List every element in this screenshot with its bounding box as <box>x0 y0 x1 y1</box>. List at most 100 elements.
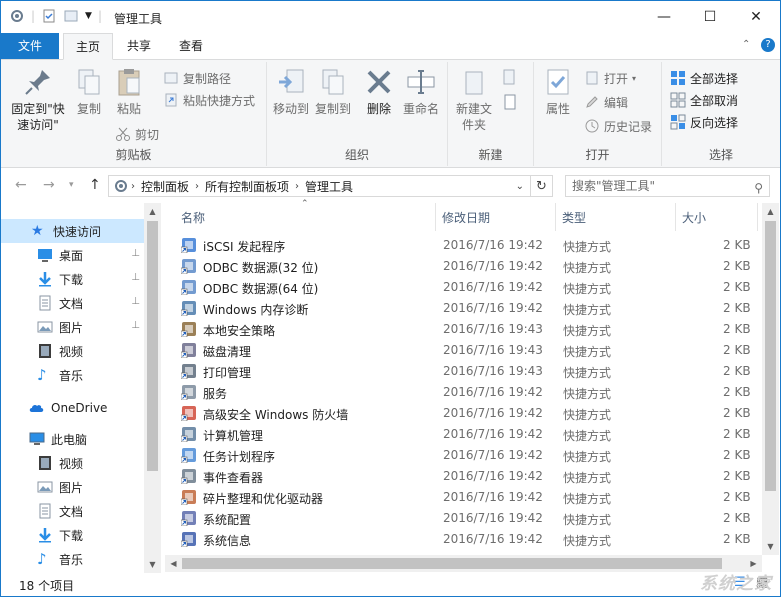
nav-pc-pictures[interactable]: 图片 <box>1 475 146 499</box>
file-row[interactable]: iSCSI 发起程序 2016/7/16 19:42 快捷方式 2 KB <box>179 235 762 256</box>
nav-pc-documents[interactable]: 文档 <box>1 499 146 523</box>
file-row[interactable]: 事件查看器 2016/7/16 19:42 快捷方式 2 KB <box>179 466 762 487</box>
column-divider[interactable] <box>435 203 436 231</box>
close-button[interactable]: ✕ <box>733 1 779 33</box>
nav-pc-videos[interactable]: 视频 <box>1 451 146 475</box>
file-row[interactable]: 磁盘清理 2016/7/16 19:43 快捷方式 2 KB <box>179 340 762 361</box>
forward-icon[interactable]: → <box>43 177 55 193</box>
cut-button[interactable]: 剪切 <box>115 124 159 144</box>
help-icon[interactable]: ? <box>761 38 775 52</box>
up-icon[interactable]: ↑ <box>89 177 101 193</box>
select-all-button[interactable]: 全部选择 <box>670 68 738 88</box>
address-dropdown-icon[interactable]: ⌄ <box>516 181 524 192</box>
collapse-ribbon-icon[interactable]: ⌃ <box>742 39 750 50</box>
nav-onedrive[interactable]: OneDrive <box>1 396 146 420</box>
paste-button[interactable]: 粘贴 <box>111 66 147 117</box>
breadcrumb-all-items[interactable]: 所有控制面板项 <box>201 178 293 195</box>
file-row[interactable]: 碎片整理和优化驱动器 2016/7/16 19:42 快捷方式 2 KB <box>179 487 762 508</box>
file-row[interactable]: 系统信息 2016/7/16 19:42 快捷方式 2 KB <box>179 529 762 550</box>
properties-button[interactable]: 属性 <box>540 66 576 117</box>
new-folder-button[interactable]: 新建文件夹 <box>454 66 494 133</box>
copy-button[interactable]: 复制 <box>71 66 107 117</box>
tab-home[interactable]: 主页 <box>63 33 114 60</box>
pin-icon[interactable]: ⊥ <box>131 296 140 307</box>
back-icon[interactable]: ← <box>15 177 27 193</box>
nav-pc-music[interactable]: ♪ 音乐 <box>1 547 146 571</box>
properties-icon[interactable] <box>41 8 57 24</box>
nav-desktop[interactable]: 桌面 ⊥ <box>1 243 146 267</box>
easy-access-icon[interactable] <box>500 92 520 112</box>
history-button[interactable]: 历史记录 <box>584 116 652 136</box>
minimize-button[interactable]: — <box>641 1 687 33</box>
column-name[interactable]: 名称 <box>181 209 205 226</box>
paste-shortcut-button[interactable]: 粘贴快捷方式 <box>163 90 255 110</box>
breadcrumb-admin-tools[interactable]: 管理工具 <box>301 178 357 195</box>
scroll-down-icon[interactable]: ▼ <box>762 538 779 555</box>
file-row[interactable]: 本地安全策略 2016/7/16 19:43 快捷方式 2 KB <box>179 319 762 340</box>
nav-downloads[interactable]: 下载 ⊥ <box>1 267 146 291</box>
open-button[interactable]: 打开 ▾ <box>584 68 636 88</box>
recent-locations-icon[interactable]: ▾ <box>69 180 74 190</box>
nav-videos[interactable]: 视频 <box>1 339 146 363</box>
breadcrumb-control-panel[interactable]: 控制面板 <box>137 178 193 195</box>
column-type[interactable]: 类型 <box>562 209 586 226</box>
invert-selection-button[interactable]: 反向选择 <box>670 112 738 132</box>
file-row[interactable]: ODBC 数据源(64 位) 2016/7/16 19:42 快捷方式 2 KB <box>179 277 762 298</box>
horizontal-scrollbar[interactable]: ◀ ▶ <box>165 555 762 572</box>
scroll-up-icon[interactable]: ▲ <box>144 203 161 220</box>
pin-icon[interactable]: ⊥ <box>131 272 140 283</box>
breadcrumb-separator[interactable]: › <box>293 181 301 192</box>
breadcrumb-separator[interactable]: › <box>193 181 201 192</box>
column-size[interactable]: 大小 <box>682 209 706 226</box>
customize-qat-icon[interactable]: ▼ <box>85 11 92 21</box>
nav-pc-downloads[interactable]: 下载 <box>1 523 146 547</box>
column-divider[interactable] <box>675 203 676 231</box>
address-bar[interactable]: › 控制面板 › 所有控制面板项 › 管理工具 ⌄ <box>108 175 531 197</box>
search-icon[interactable]: ⚲ <box>754 178 763 198</box>
pin-quick-access-button[interactable]: 固定到"快速访问" <box>7 66 69 133</box>
tab-share[interactable]: 共享 <box>115 33 163 59</box>
column-divider[interactable] <box>555 203 556 231</box>
copy-path-button[interactable]: 复制路径 <box>163 68 231 88</box>
delete-button[interactable]: 删除 <box>363 66 395 117</box>
select-none-button[interactable]: 全部取消 <box>670 90 738 110</box>
search-input[interactable]: 搜索"管理工具" ⚲ <box>565 175 770 197</box>
breadcrumb-separator[interactable]: › <box>129 181 137 192</box>
column-divider[interactable] <box>757 203 758 231</box>
file-row[interactable]: 服务 2016/7/16 19:42 快捷方式 2 KB <box>179 382 762 403</box>
nav-music[interactable]: ♪ 音乐 <box>1 363 146 387</box>
tab-view[interactable]: 查看 <box>167 33 215 59</box>
tab-file[interactable]: 文件 <box>1 33 59 59</box>
copy-to-button[interactable]: 复制到 <box>313 66 353 117</box>
nav-pictures[interactable]: 图片 ⊥ <box>1 315 146 339</box>
open-dropdown-icon[interactable]: ▾ <box>632 74 636 83</box>
pin-icon[interactable]: ⊥ <box>131 248 140 259</box>
refresh-button[interactable]: ↻ <box>531 175 553 197</box>
move-to-button[interactable]: 移动到 <box>271 66 311 117</box>
scroll-left-icon[interactable]: ◀ <box>165 555 182 572</box>
new-folder-icon[interactable] <box>63 8 79 24</box>
pin-icon[interactable]: ⊥ <box>131 320 140 331</box>
nav-this-pc[interactable]: 此电脑 <box>1 427 146 451</box>
file-row[interactable]: 任务计划程序 2016/7/16 19:42 快捷方式 2 KB <box>179 445 762 466</box>
file-row[interactable]: 计算机管理 2016/7/16 19:42 快捷方式 2 KB <box>179 424 762 445</box>
nav-quick-access[interactable]: ★ 快速访问 <box>1 219 146 243</box>
edit-button[interactable]: 编辑 <box>584 92 628 112</box>
column-date[interactable]: 修改日期 <box>442 209 490 226</box>
file-row[interactable]: Windows 内存诊断 2016/7/16 19:42 快捷方式 2 KB <box>179 298 762 319</box>
nav-scroll-thumb[interactable] <box>147 221 158 471</box>
new-item-icon[interactable] <box>500 68 520 88</box>
file-row[interactable]: 高级安全 Windows 防火墙 2016/7/16 19:42 快捷方式 2 KB <box>179 403 762 424</box>
scroll-down-icon[interactable]: ▼ <box>144 556 161 573</box>
file-row[interactable]: 打印管理 2016/7/16 19:43 快捷方式 2 KB <box>179 361 762 382</box>
maximize-button[interactable]: ☐ <box>687 1 733 33</box>
file-list-scroll-thumb[interactable] <box>765 221 776 491</box>
nav-scrollbar[interactable]: ▲ ▼ <box>144 203 161 573</box>
file-row[interactable]: ODBC 数据源(32 位) 2016/7/16 19:42 快捷方式 2 KB <box>179 256 762 277</box>
file-row[interactable]: 系统配置 2016/7/16 19:42 快捷方式 2 KB <box>179 508 762 529</box>
nav-documents[interactable]: 文档 ⊥ <box>1 291 146 315</box>
scroll-up-icon[interactable]: ▲ <box>762 203 779 220</box>
rename-button[interactable]: 重命名 <box>401 66 441 117</box>
horizontal-scroll-thumb[interactable] <box>182 558 722 569</box>
file-list-scrollbar[interactable]: ▲ ▼ <box>762 203 779 555</box>
